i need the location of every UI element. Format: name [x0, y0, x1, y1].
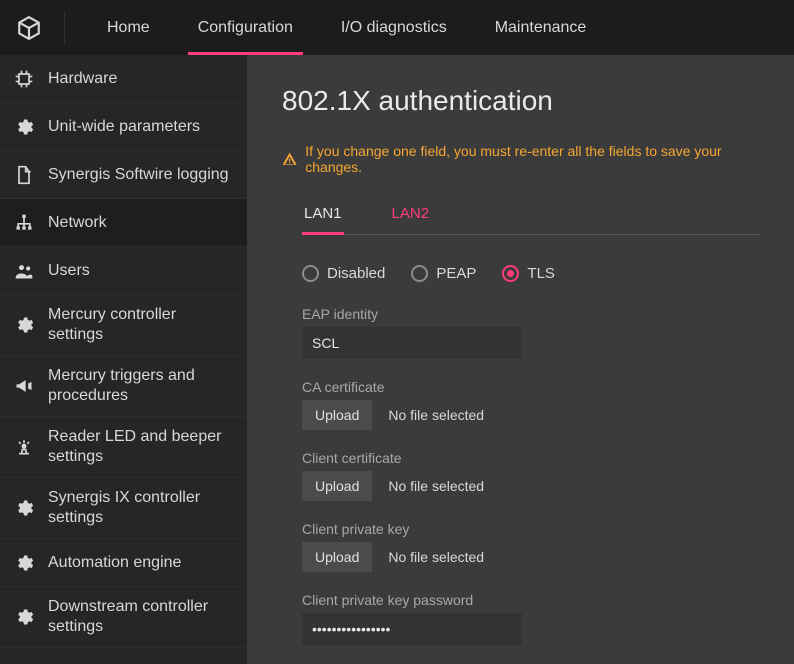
ca-cert-label: CA certificate — [302, 379, 760, 395]
radio-icon — [411, 265, 428, 282]
eap-identity-label: EAP identity — [302, 306, 760, 322]
topnav-io-diagnostics[interactable]: I/O diagnostics — [317, 0, 471, 55]
eap-identity-input[interactable] — [302, 327, 522, 359]
sidebar-item-hardware[interactable]: Hardware — [0, 55, 247, 103]
gear-icon — [14, 553, 34, 573]
sidebar-item-label: Synergis Softwire logging — [48, 165, 233, 185]
sidebar-item-unit-wide[interactable]: Unit-wide parameters — [0, 103, 247, 151]
sidebar-item-reader-led[interactable]: Reader LED and beeper settings — [0, 417, 247, 478]
sidebar-item-label: Downstream controller settings — [48, 597, 233, 637]
file-icon — [14, 165, 34, 185]
topnav-maintenance[interactable]: Maintenance — [471, 0, 611, 55]
sidebar-item-label: Hardware — [48, 69, 233, 89]
client-cert-label: Client certificate — [302, 450, 760, 466]
sidebar-item-label: Unit-wide parameters — [48, 117, 233, 137]
gear-icon — [14, 315, 34, 335]
sidebar: Hardware Unit-wide parameters Synergis S… — [0, 55, 248, 664]
client-key-password-input[interactable] — [302, 613, 522, 645]
radio-icon — [302, 265, 319, 282]
radio-tls[interactable]: TLS — [502, 265, 555, 282]
beacon-icon — [14, 437, 34, 457]
ca-cert-status: No file selected — [388, 407, 484, 423]
sidebar-item-label: Automation engine — [48, 553, 233, 573]
auth-mode-radios: Disabled PEAP TLS — [302, 265, 760, 282]
radio-label: TLS — [527, 265, 555, 282]
tab-lan2[interactable]: LAN2 — [390, 205, 432, 234]
radio-label: Disabled — [327, 265, 385, 282]
client-key-upload-button[interactable]: Upload — [302, 542, 372, 572]
sidebar-item-mercury-controller[interactable]: Mercury controller settings — [0, 295, 247, 356]
sidebar-item-label: Mercury triggers and procedures — [48, 366, 233, 406]
sidebar-item-mercury-triggers[interactable]: Mercury triggers and procedures — [0, 356, 247, 417]
app-logo-icon — [16, 15, 42, 41]
radio-peap[interactable]: PEAP — [411, 265, 476, 282]
sidebar-item-network[interactable]: Network — [0, 199, 247, 247]
warning-banner: If you change one field, you must re-ent… — [282, 143, 760, 175]
client-cert-status: No file selected — [388, 478, 484, 494]
radio-label: PEAP — [436, 265, 476, 282]
sidebar-item-label: Mercury controller settings — [48, 305, 233, 345]
sidebar-item-downstream-controller[interactable]: Downstream controller settings — [0, 587, 247, 648]
client-key-status: No file selected — [388, 549, 484, 565]
client-cert-upload-button[interactable]: Upload — [302, 471, 372, 501]
sidebar-item-users[interactable]: Users — [0, 247, 247, 295]
gear-icon — [14, 498, 34, 518]
client-key-password-label: Client private key password — [302, 592, 760, 608]
main-content: 802.1X authentication If you change one … — [248, 55, 794, 664]
sidebar-item-softwire-logging[interactable]: Synergis Softwire logging — [0, 151, 247, 199]
sidebar-item-label: Users — [48, 261, 233, 281]
page-title: 802.1X authentication — [282, 85, 760, 117]
topnav: Home Configuration I/O diagnostics Maint… — [83, 0, 610, 55]
topnav-configuration[interactable]: Configuration — [174, 0, 317, 55]
lan-tabs: LAN1 LAN2 — [302, 205, 760, 235]
warning-text: If you change one field, you must re-ent… — [305, 143, 760, 175]
radio-icon — [502, 265, 519, 282]
divider — [64, 11, 65, 45]
gear-icon — [14, 607, 34, 627]
topnav-home[interactable]: Home — [83, 0, 174, 55]
sidebar-item-label: Synergis IX controller settings — [48, 488, 233, 528]
client-key-label: Client private key — [302, 521, 760, 537]
warning-icon — [282, 151, 297, 167]
sidebar-item-label: Network — [48, 213, 233, 233]
users-icon — [14, 261, 34, 281]
radio-disabled[interactable]: Disabled — [302, 265, 385, 282]
sidebar-item-synergis-ix[interactable]: Synergis IX controller settings — [0, 478, 247, 539]
topbar: Home Configuration I/O diagnostics Maint… — [0, 0, 794, 55]
bullhorn-icon — [14, 376, 34, 396]
sidebar-item-label: Reader LED and beeper settings — [48, 427, 233, 467]
tab-lan1[interactable]: LAN1 — [302, 205, 344, 235]
gear-icon — [14, 117, 34, 137]
chip-icon — [14, 69, 34, 89]
sitemap-icon — [14, 213, 34, 233]
ca-cert-upload-button[interactable]: Upload — [302, 400, 372, 430]
sidebar-item-automation-engine[interactable]: Automation engine — [0, 539, 247, 587]
